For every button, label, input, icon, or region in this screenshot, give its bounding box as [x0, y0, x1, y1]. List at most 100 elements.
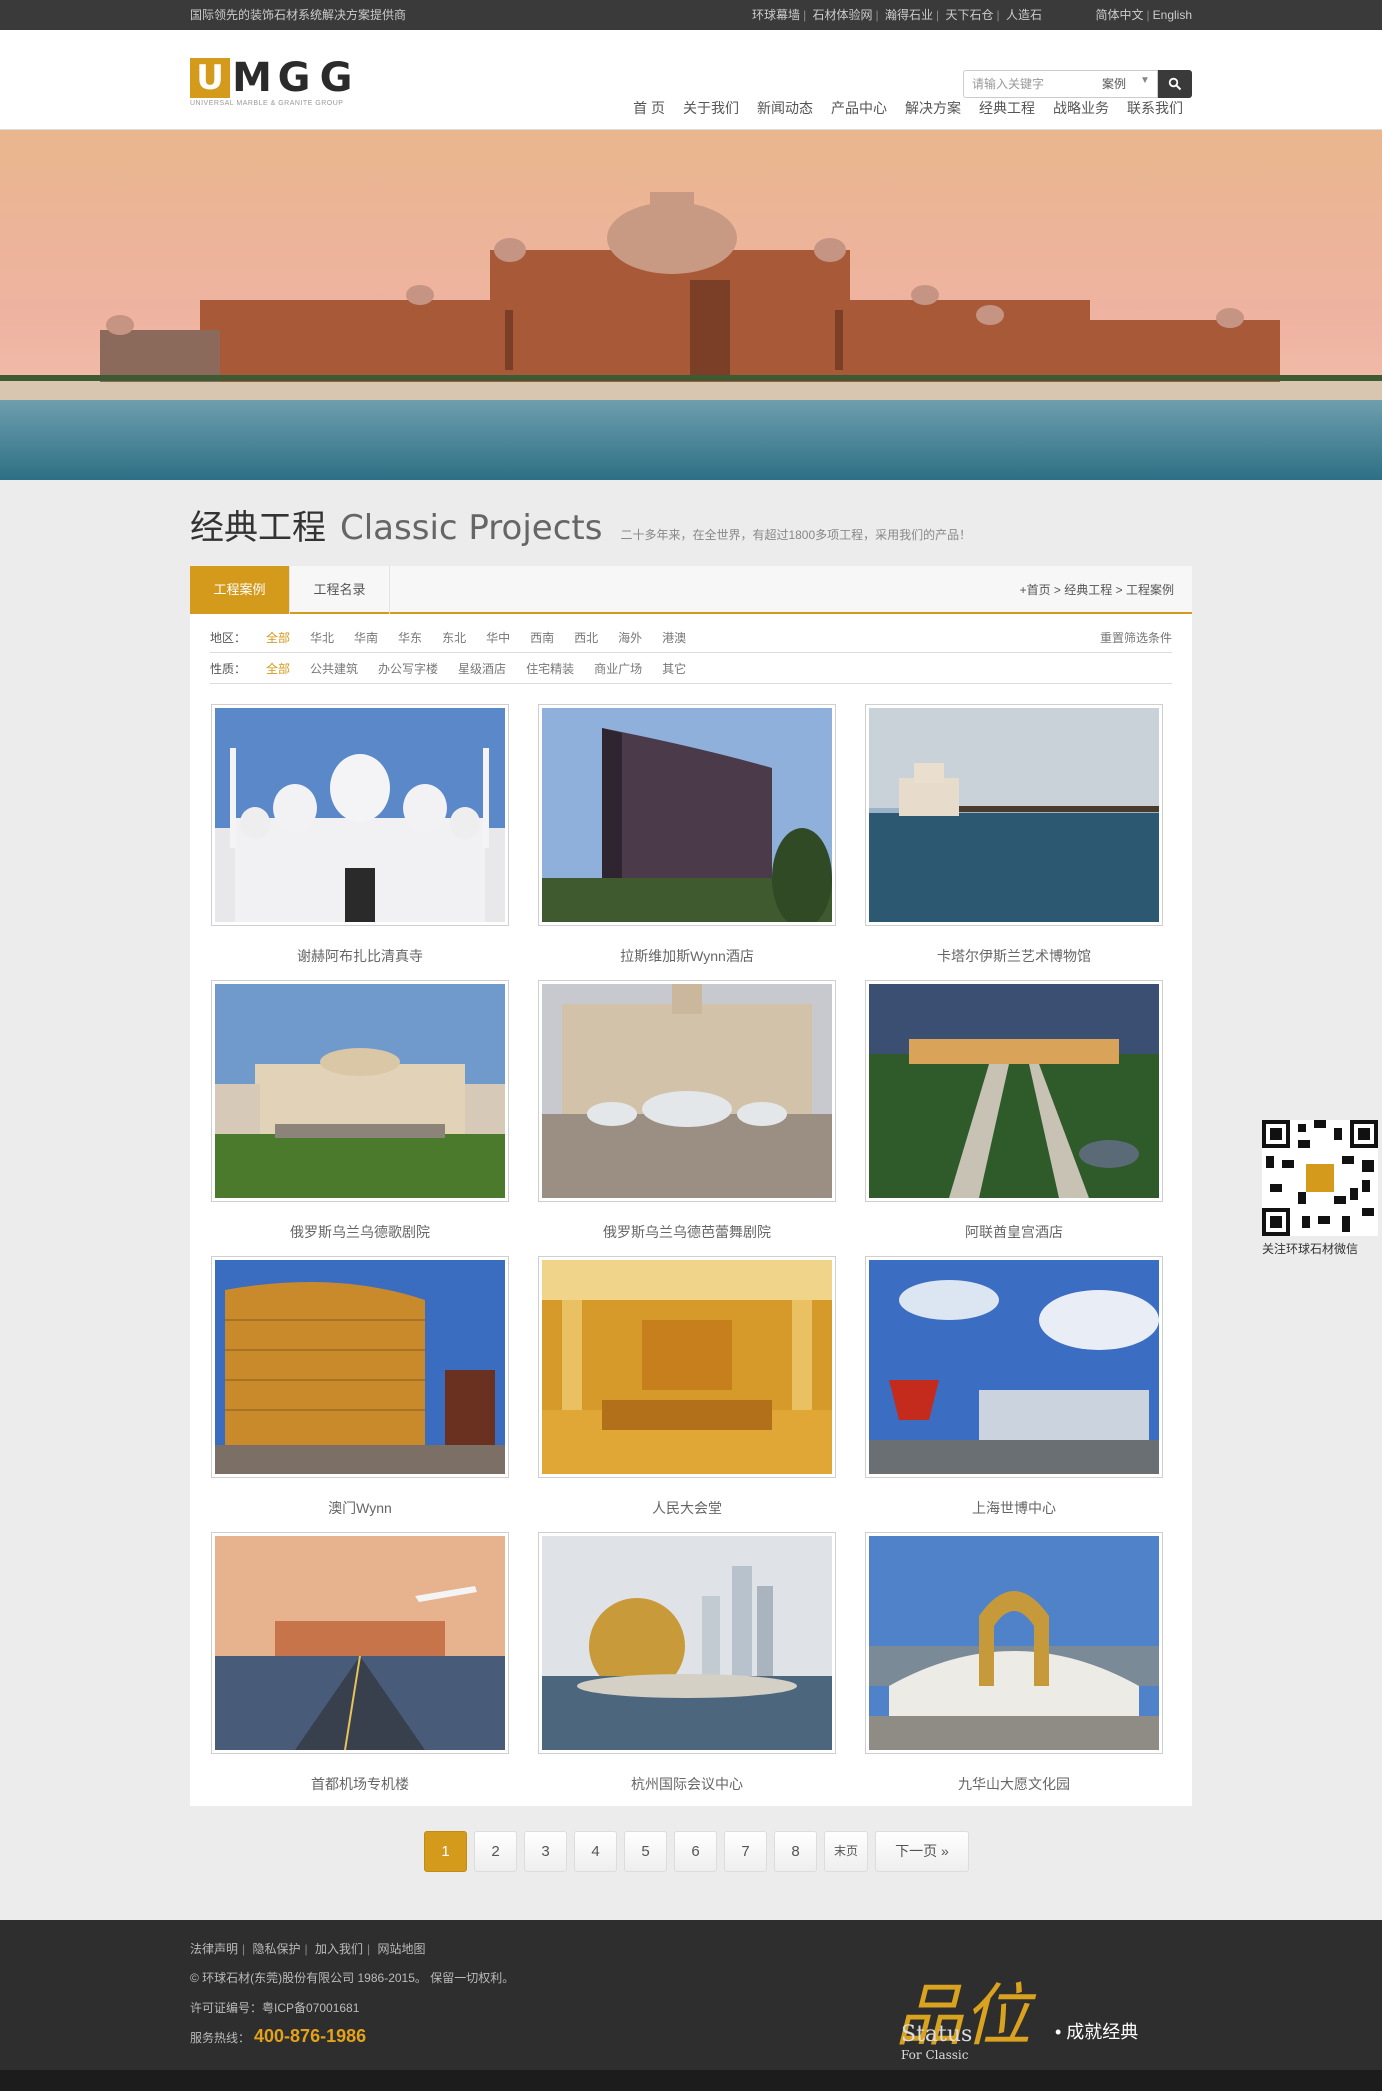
slogan-cn: • 成就经典 — [1055, 2022, 1139, 2042]
filter-option[interactable]: 住宅精装 — [526, 654, 594, 684]
hotline-number: 400-876-1986 — [254, 2026, 367, 2046]
great-hall-photo — [542, 1260, 832, 1474]
filter-option[interactable]: 全部 — [266, 654, 310, 684]
wynn-las-vegas-photo — [542, 708, 832, 922]
nav-about[interactable]: 关于我们 — [674, 98, 748, 118]
wechat-qr[interactable]: 关注环球石材微信 — [1262, 1120, 1382, 1260]
filter-option[interactable]: 华东 — [398, 623, 442, 653]
page-button[interactable]: 3 — [524, 1831, 567, 1872]
filter-option[interactable]: 东北 — [442, 623, 486, 653]
filter-option[interactable]: 西南 — [530, 623, 574, 653]
project-name[interactable]: 阿联酋皇宫酒店 — [865, 1222, 1163, 1242]
reset-filters-link[interactable]: 重置筛选条件 — [1100, 623, 1172, 653]
project-name[interactable]: 上海世博中心 — [865, 1498, 1163, 1518]
project-name[interactable]: 人民大会堂 — [538, 1498, 836, 1518]
project-name[interactable]: 澳门Wynn — [211, 1498, 509, 1518]
filter-option[interactable]: 全部 — [266, 623, 310, 653]
section-heading: 经典工程 Classic Projects 二十多年来，在全世界，有超过1800… — [190, 500, 971, 550]
page-button[interactable]: 8 — [774, 1831, 817, 1872]
project-card[interactable]: 人民大会堂 — [538, 1256, 836, 1518]
logo[interactable]: U M G G UNIVERSAL MARBLE & GRANITE GROUP — [190, 58, 360, 110]
page-button[interactable]: 5 — [624, 1831, 667, 1872]
filter-option[interactable]: 公共建筑 — [310, 654, 378, 684]
search-button[interactable] — [1158, 70, 1192, 98]
section-description: 二十多年来，在全世界，有超过1800多项工程，采用我们的产品！ — [620, 528, 972, 542]
filter-option[interactable]: 港澳 — [662, 623, 706, 653]
nav-contact[interactable]: 联系我们 — [1118, 98, 1192, 118]
slogan-status: Status — [901, 2022, 973, 2047]
nav-news[interactable]: 新闻动态 — [748, 98, 822, 118]
last-page-button[interactable]: 末页 — [824, 1831, 868, 1872]
type-filter-label: 性质： — [210, 662, 247, 676]
language-switch: 简体中文 | English — [1095, 8, 1193, 22]
hotline: 服务热线： 400-876-1986 — [190, 2026, 366, 2047]
footer-link-jobs[interactable]: 加入我们 — [315, 1942, 363, 1956]
project-name[interactable]: 卡塔尔伊斯兰艺术博物馆 — [865, 946, 1163, 966]
breadcrumb-projects[interactable]: 经典工程 — [1064, 583, 1112, 597]
search-input[interactable] — [964, 71, 1089, 97]
project-name[interactable]: 俄罗斯乌兰乌德芭蕾舞剧院 — [538, 1222, 836, 1242]
filter-option[interactable]: 商业广场 — [594, 654, 662, 684]
tab-cases[interactable]: 工程案例 — [190, 566, 290, 614]
filter-option[interactable]: 西北 — [574, 623, 618, 653]
footer-link-privacy[interactable]: 隐私保护 — [252, 1942, 300, 1956]
project-card[interactable]: 卡塔尔伊斯兰艺术博物馆 — [865, 704, 1163, 966]
page-button[interactable]: 2 — [474, 1831, 517, 1872]
partner-link[interactable]: 瀚得石业 — [885, 8, 933, 22]
footer-link-sitemap[interactable]: 网站地图 — [377, 1942, 425, 1956]
nav-home[interactable]: 首 页 — [624, 98, 674, 118]
project-name[interactable]: 俄罗斯乌兰乌德歌剧院 — [211, 1222, 509, 1242]
page-button[interactable]: 4 — [574, 1831, 617, 1872]
project-name[interactable]: 杭州国际会议中心 — [538, 1774, 836, 1794]
project-card[interactable]: 俄罗斯乌兰乌德芭蕾舞剧院 — [538, 980, 836, 1242]
project-name[interactable]: 九华山大愿文化园 — [865, 1774, 1163, 1794]
breadcrumb-home[interactable]: +首页 — [1020, 583, 1051, 597]
top-bar: 国际领先的装饰石材系统解决方案提供商 环球幕墙 | 石材体验网 | 瀚得石业 | 天下… — [0, 0, 1382, 30]
nav-products[interactable]: 产品中心 — [822, 98, 896, 118]
project-name[interactable]: 拉斯维加斯Wynn酒店 — [538, 946, 836, 966]
chevron-down-icon[interactable]: ▼ — [1140, 75, 1150, 86]
page-title-en: Classic Projects — [340, 508, 603, 548]
project-name[interactable]: 谢赫阿布扎比清真寺 — [211, 946, 509, 966]
project-card[interactable]: 俄罗斯乌兰乌德歌剧院 — [211, 980, 509, 1242]
project-name[interactable]: 首都机场专机楼 — [211, 1774, 509, 1794]
project-card[interactable]: 杭州国际会议中心 — [538, 1532, 836, 1794]
partner-link[interactable]: 环球幕墙 — [752, 8, 800, 22]
partner-link[interactable]: 石材体验网 — [813, 8, 873, 22]
filter-option[interactable]: 星级酒店 — [458, 654, 526, 684]
logo-subtitle: UNIVERSAL MARBLE & GRANITE GROUP — [190, 100, 344, 107]
tab-directory[interactable]: 工程名录 — [290, 566, 390, 614]
qr-code-icon — [1262, 1120, 1378, 1236]
search-scope-select[interactable]: 案例 — [1102, 75, 1126, 92]
filter-option[interactable]: 华北 — [310, 623, 354, 653]
filter-option[interactable]: 华南 — [354, 623, 398, 653]
filter-option[interactable]: 海外 — [618, 623, 662, 653]
partner-link[interactable]: 天下石仓 — [946, 8, 994, 22]
page-button[interactable]: 1 — [424, 1831, 467, 1872]
nav-projects[interactable]: 经典工程 — [970, 98, 1044, 118]
page-button[interactable]: 7 — [724, 1831, 767, 1872]
opera-theatre-photo — [215, 984, 505, 1198]
nav-solutions[interactable]: 解决方案 — [896, 98, 970, 118]
partner-link[interactable]: 人造石 — [1006, 8, 1042, 22]
filter-option[interactable]: 华中 — [486, 623, 530, 653]
lang-en[interactable]: English — [1153, 8, 1192, 22]
lang-zh[interactable]: 简体中文 — [1096, 8, 1144, 22]
project-card[interactable]: 拉斯维加斯Wynn酒店 — [538, 704, 836, 966]
type-filter: 性质： 全部 公共建筑 办公写字楼 星级酒店 住宅精装 商业广场 其它 — [210, 654, 1172, 684]
footer-link-legal[interactable]: 法律声明 — [190, 1942, 238, 1956]
footer-slogan: 品位 Status For Classic • 成就经典 — [895, 1960, 1195, 2062]
project-card[interactable]: 上海世博中心 — [865, 1256, 1163, 1518]
filter-option[interactable]: 其它 — [662, 654, 706, 684]
project-card[interactable]: 阿联酋皇宫酒店 — [865, 980, 1163, 1242]
jiuhua-park-photo — [869, 1536, 1159, 1750]
project-card[interactable]: 首都机场专机楼 — [211, 1532, 509, 1794]
project-card[interactable]: 九华山大愿文化园 — [865, 1532, 1163, 1794]
page-button[interactable]: 6 — [674, 1831, 717, 1872]
project-card[interactable]: 谢赫阿布扎比清真寺 — [211, 704, 509, 966]
filter-option[interactable]: 办公写字楼 — [378, 654, 458, 684]
next-page-button[interactable]: 下一页 » — [875, 1831, 969, 1872]
nav-strategy[interactable]: 战略业务 — [1044, 98, 1118, 118]
hangzhou-center-photo — [542, 1536, 832, 1750]
project-card[interactable]: 澳门Wynn — [211, 1256, 509, 1518]
